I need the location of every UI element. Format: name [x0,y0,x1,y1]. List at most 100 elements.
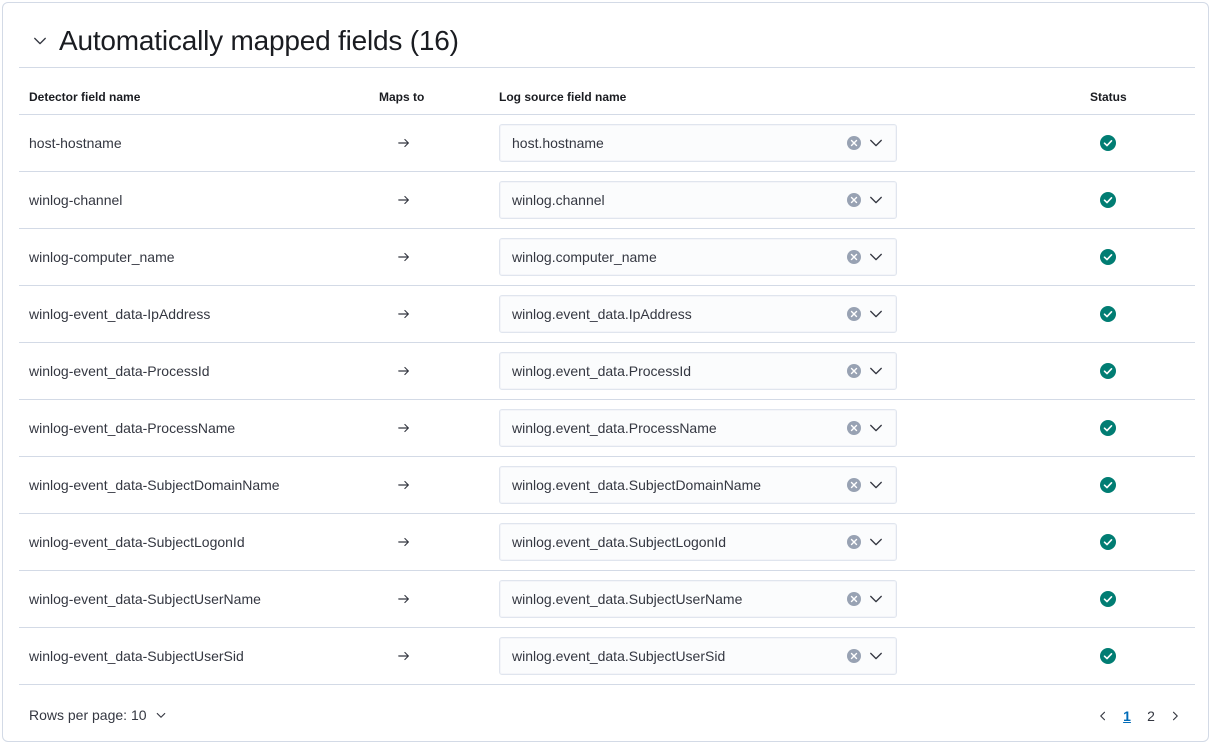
log-source-field-value: winlog.event_data.SubjectUserSid [512,648,726,664]
column-header-log-source-field[interactable]: Log source field name [499,90,626,104]
chevron-down-icon[interactable] [868,477,884,493]
arrow-right-icon [397,592,411,606]
clear-icon[interactable] [846,477,862,493]
automatically-mapped-fields-panel: Automatically mapped fields (16) Detecto… [2,2,1209,742]
chevron-down-icon [155,709,167,721]
arrow-right-icon [397,364,411,378]
log-source-field-combobox[interactable]: host.hostname [499,124,897,162]
chevron-right-icon [1172,711,1178,721]
chevron-left-icon [1100,711,1106,721]
detector-field-name: winlog-event_data-SubjectUserName [29,591,261,607]
chevron-down-icon[interactable] [868,249,884,265]
rows-per-page-label: Rows per page: 10 [29,707,147,723]
check-circle-icon [1100,534,1116,550]
detector-field-name: winlog-event_data-ProcessName [29,420,236,436]
chevron-down-icon[interactable] [868,591,884,607]
check-circle-icon [1100,420,1116,436]
table-row: winlog-computer_name winlog.computer_nam… [19,229,1195,286]
clear-icon[interactable] [846,135,862,151]
chevron-down-icon[interactable] [868,420,884,436]
check-circle-icon [1100,591,1116,607]
clear-icon[interactable] [846,648,862,664]
chevron-down-icon[interactable] [868,135,884,151]
previous-page-button[interactable] [1091,705,1115,727]
log-source-field-combobox[interactable]: winlog.channel [499,181,897,219]
log-source-field-combobox[interactable]: winlog.event_data.ProcessName [499,409,897,447]
arrow-right-icon [397,136,411,150]
log-source-field-value: winlog.event_data.IpAddress [512,306,692,322]
detector-field-name: winlog-event_data-SubjectLogonId [29,534,245,550]
table-row: winlog-event_data-SubjectUserSid winlog.… [19,628,1195,685]
arrow-right-icon [397,250,411,264]
page-1-button[interactable]: 1 [1115,705,1139,727]
log-source-field-combobox[interactable]: winlog.event_data.IpAddress [499,295,897,333]
detector-field-name: winlog-event_data-ProcessId [29,363,210,379]
detector-field-name: host-hostname [29,135,122,151]
next-page-button[interactable] [1163,705,1187,727]
check-circle-icon [1100,477,1116,493]
arrow-right-icon [397,193,411,207]
table-row: winlog-event_data-SubjectDomainName winl… [19,457,1195,514]
arrow-right-icon [397,535,411,549]
mapped-fields-table: Detector field name Maps to Log source f… [19,67,1195,685]
table-row: winlog-event_data-SubjectUserName winlog… [19,571,1195,628]
clear-icon[interactable] [846,306,862,322]
check-circle-icon [1100,135,1116,151]
detector-field-name: winlog-event_data-SubjectDomainName [29,477,280,493]
clear-icon[interactable] [846,363,862,379]
column-header-detector-field[interactable]: Detector field name [29,90,140,104]
section-title: Automatically mapped fields (16) [59,25,459,56]
table-row: winlog-event_data-SubjectLogonId winlog.… [19,514,1195,571]
pagination: 1 2 [1091,705,1187,727]
column-header-maps-to: Maps to [379,90,425,104]
detector-field-name: winlog-computer_name [29,249,175,265]
log-source-field-value: winlog.event_data.ProcessName [512,420,717,436]
check-circle-icon [1100,192,1116,208]
log-source-field-value: winlog.event_data.SubjectLogonId [512,534,727,550]
log-source-field-value: host.hostname [512,135,604,151]
clear-icon[interactable] [846,249,862,265]
arrow-right-icon [397,478,411,492]
log-source-field-value: winlog.event_data.ProcessId [512,363,691,379]
table-footer: Rows per page: 10 1 2 [19,699,1195,733]
page-2-button[interactable]: 2 [1139,705,1163,727]
table-row: winlog-event_data-ProcessId winlog.event… [19,343,1195,400]
log-source-field-value: winlog.event_data.SubjectUserName [512,591,743,607]
chevron-down-icon[interactable] [868,306,884,322]
detector-field-name: winlog-event_data-SubjectUserSid [29,648,244,664]
arrow-right-icon [397,421,411,435]
chevron-down-icon[interactable] [868,534,884,550]
log-source-field-combobox[interactable]: winlog.event_data.SubjectLogonId [499,523,897,561]
clear-icon[interactable] [846,420,862,436]
table-header: Detector field name Maps to Log source f… [19,67,1195,115]
log-source-field-value: winlog.channel [512,192,605,208]
table-body: host-hostname host.hostname winlog-chann… [19,115,1195,685]
table-row: winlog-event_data-IpAddress winlog.event… [19,286,1195,343]
log-source-field-combobox[interactable]: winlog.event_data.ProcessId [499,352,897,390]
table-row: winlog-event_data-ProcessName winlog.eve… [19,400,1195,457]
column-header-status: Status [1090,90,1127,104]
check-circle-icon [1100,363,1116,379]
log-source-field-combobox[interactable]: winlog.computer_name [499,238,897,276]
check-circle-icon [1100,306,1116,322]
rows-per-page-button[interactable]: Rows per page: 10 [29,707,167,723]
arrow-right-icon [397,649,411,663]
clear-icon[interactable] [846,192,862,208]
detector-field-name: winlog-event_data-IpAddress [29,306,211,322]
section-toggle[interactable]: Automatically mapped fields (16) [31,21,459,61]
clear-icon[interactable] [846,591,862,607]
table-row: winlog-channel winlog.channel [19,172,1195,229]
arrow-right-icon [397,307,411,321]
chevron-down-icon[interactable] [868,363,884,379]
check-circle-icon [1100,648,1116,664]
log-source-field-combobox[interactable]: winlog.event_data.SubjectDomainName [499,466,897,504]
clear-icon[interactable] [846,534,862,550]
detector-field-name: winlog-channel [29,192,123,208]
log-source-field-combobox[interactable]: winlog.event_data.SubjectUserName [499,580,897,618]
log-source-field-value: winlog.computer_name [512,249,657,265]
chevron-down-icon[interactable] [868,192,884,208]
table-row: host-hostname host.hostname [19,115,1195,172]
log-source-field-combobox[interactable]: winlog.event_data.SubjectUserSid [499,637,897,675]
chevron-down-icon[interactable] [868,648,884,664]
chevron-down-icon[interactable] [31,32,49,50]
